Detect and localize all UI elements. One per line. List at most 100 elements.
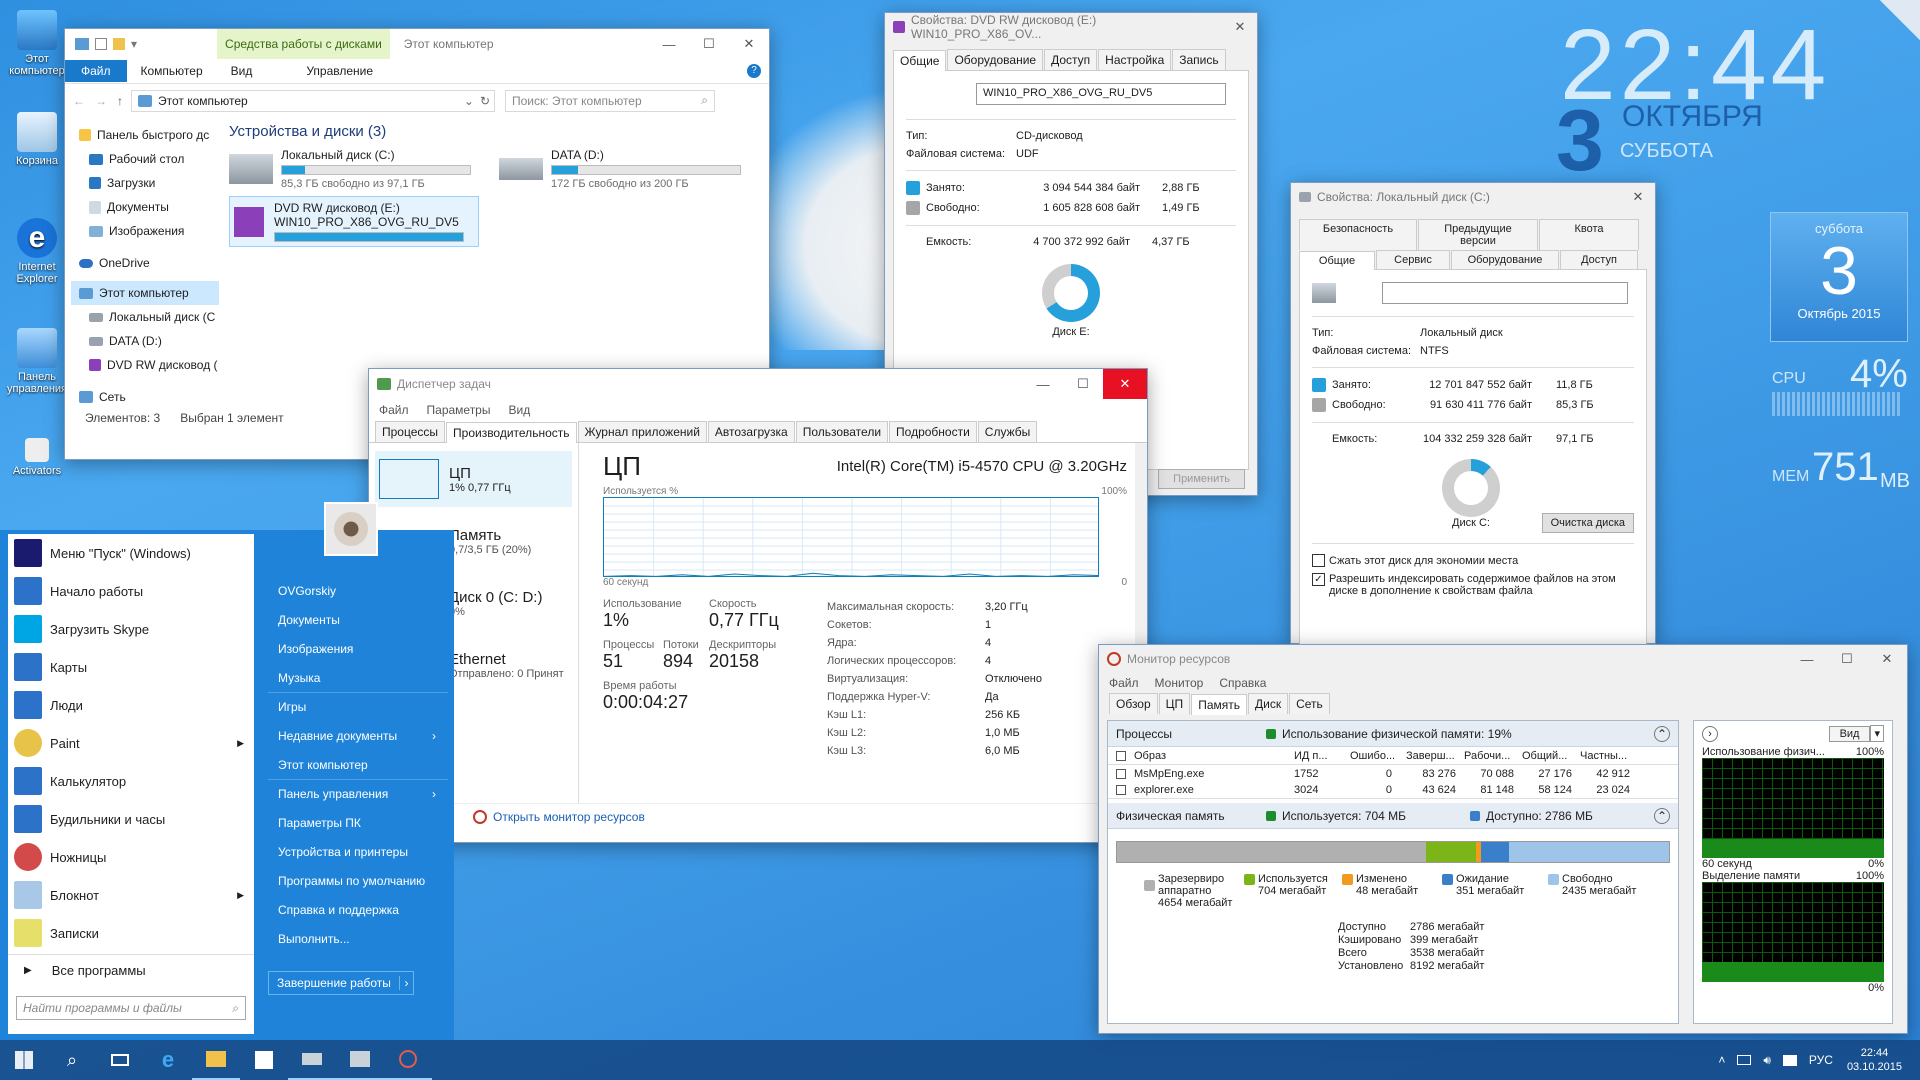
start-link-devices[interactable]: Устройства и принтеры	[268, 837, 448, 866]
tab-tools[interactable]: Сервис	[1376, 250, 1450, 269]
nav-this-pc[interactable]: Этот компьютер	[71, 281, 219, 305]
start-item-calculator[interactable]: Калькулятор	[8, 762, 254, 800]
shutdown-button[interactable]: Завершение работы ›	[268, 971, 414, 995]
close-button[interactable]: ✕	[1621, 183, 1655, 211]
taskbar-explorer[interactable]	[192, 1040, 240, 1080]
tab-memory[interactable]: Память	[1191, 694, 1247, 715]
forward-arrow-icon[interactable]: →	[95, 94, 107, 108]
start-link-control-panel[interactable]: Панель управления ›	[268, 779, 448, 808]
menu-monitor[interactable]: Монитор	[1155, 676, 1204, 690]
tab-general[interactable]: Общие	[1299, 251, 1375, 270]
start-button[interactable]	[0, 1040, 48, 1080]
tab-security[interactable]: Безопасность	[1299, 219, 1417, 250]
drive-tile-dvd[interactable]: DVD RW дисковод (E:) WIN10_PRO_X86_OVG_RU…	[229, 196, 479, 247]
chevron-right-icon[interactable]: ›	[404, 976, 408, 990]
address-bar[interactable]: Этот компьютер ⌄ ↻	[131, 89, 495, 112]
desktop-icon-control-panel[interactable]: Панель управления	[2, 328, 72, 395]
ribbon-tab-computer[interactable]: Компьютер	[127, 64, 217, 78]
tab-services[interactable]: Службы	[977, 421, 1038, 442]
taskbar-resmon[interactable]	[384, 1040, 432, 1080]
tab-details[interactable]: Подробности	[889, 421, 977, 442]
nav-pictures[interactable]: Изображения	[79, 219, 219, 243]
tab-app-history[interactable]: Журнал приложений	[577, 421, 707, 442]
ribbon-tab-file[interactable]: Файл	[65, 60, 127, 82]
table-row[interactable]: MsMpEng.exe 1752 0 83 276 70 088 27 176 42 912	[1108, 765, 1678, 782]
menu-view[interactable]: Вид	[508, 403, 530, 417]
collapse-icon[interactable]: ⌃	[1654, 725, 1670, 742]
apply-button[interactable]: Применить	[1158, 469, 1245, 489]
start-item-get-started[interactable]: Начало работы	[8, 572, 254, 610]
nav-onedrive[interactable]: OneDrive	[79, 251, 219, 275]
minimize-button[interactable]: —	[1023, 369, 1063, 399]
taskbar-task-manager[interactable]	[336, 1040, 384, 1080]
tab-users[interactable]: Пользователи	[795, 421, 889, 442]
menu-help[interactable]: Справка	[1219, 676, 1266, 690]
back-arrow-icon[interactable]: ←	[73, 94, 85, 108]
search-input[interactable]: Поиск: Этот компьютер ⌕	[505, 89, 715, 112]
tab-network[interactable]: Сеть	[1289, 693, 1330, 714]
side-cpu[interactable]: ЦП 1% 0,77 ГГц	[375, 451, 572, 507]
nav-downloads[interactable]: Загрузки	[79, 171, 219, 195]
tab-overview[interactable]: Обзор	[1109, 693, 1158, 714]
nav-drive-c[interactable]: Локальный диск (С	[79, 305, 219, 329]
start-item-maps[interactable]: Карты	[8, 648, 254, 686]
menu-options[interactable]: Параметры	[427, 403, 491, 417]
up-arrow-icon[interactable]: ↑	[117, 94, 123, 108]
tab-sharing[interactable]: Доступ	[1560, 250, 1638, 269]
start-link-run[interactable]: Выполнить...	[268, 924, 448, 953]
tab-cpu[interactable]: ЦП	[1158, 693, 1191, 714]
start-item-notepad[interactable]: Блокнот ▶	[8, 876, 254, 914]
menu-file[interactable]: Файл	[1109, 676, 1139, 690]
taskbar-edge[interactable]: e	[144, 1040, 192, 1080]
table-row[interactable]: explorer.exe 3024 0 43 624 81 148 58 124 23 02…	[1108, 782, 1678, 799]
start-link-music[interactable]: Музыка	[268, 663, 448, 692]
taskbar-store[interactable]	[240, 1040, 288, 1080]
start-item-menu[interactable]: Меню "Пуск" (Windows)	[8, 534, 254, 572]
start-item-snipping[interactable]: Ножницы	[8, 838, 254, 876]
start-item-people[interactable]: Люди	[8, 686, 254, 724]
close-button[interactable]: ✕	[1103, 369, 1147, 399]
tab-previous-versions[interactable]: Предыдущие версии	[1418, 219, 1538, 250]
desktop-icon-recycle-bin[interactable]: Корзина	[2, 112, 72, 167]
start-link-default-programs[interactable]: Программы по умолчанию	[268, 866, 448, 895]
task-view-button[interactable]	[96, 1040, 144, 1080]
row-checkbox[interactable]	[1116, 785, 1126, 795]
tab-quota[interactable]: Квота	[1539, 219, 1639, 250]
volume-label-input[interactable]	[1382, 282, 1628, 304]
all-programs[interactable]: ▶ Все программы	[8, 954, 254, 986]
menu-file[interactable]: Файл	[379, 403, 409, 417]
close-button[interactable]: ✕	[1223, 13, 1257, 41]
language-indicator[interactable]: РУС	[1809, 1053, 1833, 1067]
index-checkbox[interactable]: ✓ Разрешить индексировать содержимое файл…	[1312, 573, 1634, 597]
help-icon[interactable]: ?	[747, 64, 761, 78]
qat-properties-icon[interactable]	[95, 38, 107, 50]
collapse-icon[interactable]: ⌃	[1654, 807, 1670, 824]
nav-drive-e[interactable]: DVD RW дисковод (	[79, 353, 219, 377]
tab-recording[interactable]: Запись	[1172, 49, 1226, 70]
row-checkbox[interactable]	[1116, 768, 1126, 779]
volume-label-input[interactable]: WIN10_PRO_X86_OVG_RU_DV5	[976, 83, 1226, 105]
maximize-button[interactable]: ☐	[1063, 369, 1103, 399]
select-all-checkbox[interactable]	[1116, 750, 1126, 761]
start-item-paint[interactable]: Paint ▶	[8, 724, 254, 762]
start-link-documents[interactable]: Документы	[268, 605, 448, 634]
volume-icon[interactable]: 🔊︎	[1763, 1053, 1771, 1068]
physical-memory-header[interactable]: Физическая память Используется: 704 МБ Дос…	[1108, 803, 1678, 829]
chevron-down-icon[interactable]: ▾	[1870, 725, 1884, 742]
drive-tile-d[interactable]: DATA (D:) 172 ГБ свободно из 200 ГБ	[499, 148, 769, 190]
desktop-icon-ie[interactable]: e Internet Explorer	[2, 218, 72, 285]
close-button[interactable]: ✕	[729, 29, 769, 59]
action-center-icon[interactable]	[1782, 1054, 1797, 1066]
expand-icon[interactable]: ›	[1702, 725, 1718, 742]
drive-tile-c[interactable]: Локальный диск (C:) 85,3 ГБ свободно из 9…	[229, 148, 499, 190]
maximize-button[interactable]: ☐	[689, 29, 729, 59]
tab-performance[interactable]: Производительность	[446, 422, 577, 443]
taskbar-drive-props[interactable]	[288, 1040, 336, 1080]
start-link-this-pc[interactable]: Этот компьютер	[268, 750, 448, 779]
tab-hardware[interactable]: Оборудование	[947, 49, 1044, 70]
tab-sharing[interactable]: Доступ	[1044, 49, 1098, 70]
tab-general[interactable]: Общие	[893, 50, 947, 71]
start-link-pictures[interactable]: Изображения	[268, 634, 448, 663]
maximize-button[interactable]: ☐	[1827, 645, 1867, 673]
minimize-button[interactable]: —	[1787, 645, 1827, 673]
